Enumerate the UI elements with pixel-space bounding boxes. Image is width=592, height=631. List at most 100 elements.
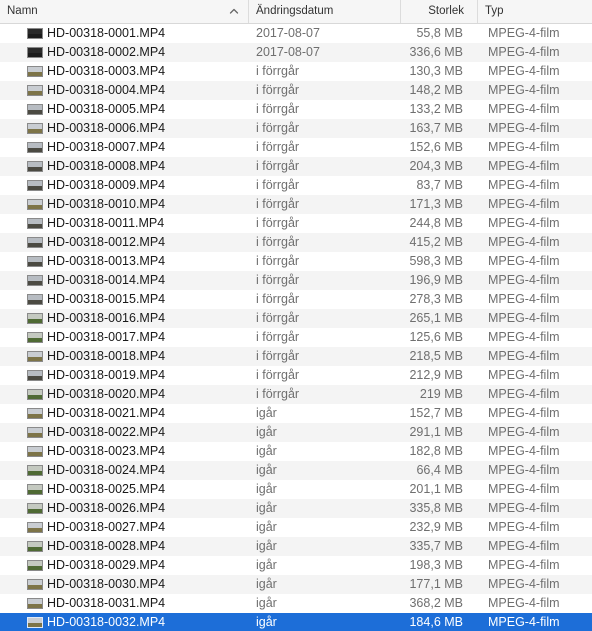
file-name: HD-00318-0031.MP4 bbox=[47, 596, 166, 610]
column-header-size-label: Storlek bbox=[428, 5, 464, 17]
file-size: 265,1 MB bbox=[409, 311, 463, 325]
file-name: HD-00318-0032.MP4 bbox=[47, 615, 166, 629]
video-thumbnail-icon bbox=[27, 85, 43, 96]
video-thumbnail-icon bbox=[27, 370, 43, 381]
file-row[interactable]: HD-00318-0018.MP4 i förrgår 218,5 MB MPEG-4… bbox=[0, 347, 592, 366]
file-name: HD-00318-0025.MP4 bbox=[47, 482, 166, 496]
file-name: HD-00318-0027.MP4 bbox=[47, 520, 166, 534]
file-date: i förrgår bbox=[256, 197, 300, 211]
video-thumbnail-icon bbox=[27, 66, 43, 77]
file-row[interactable]: HD-00318-0022.MP4 igår 291,1 MB MPEG-4-film bbox=[0, 423, 592, 442]
file-size: 66,4 MB bbox=[416, 463, 463, 477]
file-size: 201,1 MB bbox=[409, 482, 463, 496]
file-kind: MPEG-4-film bbox=[488, 615, 560, 629]
file-size: 335,7 MB bbox=[409, 539, 463, 553]
file-row[interactable]: HD-00318-0019.MP4 i förrgår 212,9 MB MPEG-4… bbox=[0, 366, 592, 385]
file-row[interactable]: HD-00318-0030.MP4 igår 177,1 MB MPEG-4-film bbox=[0, 575, 592, 594]
video-thumbnail-icon bbox=[27, 465, 43, 476]
file-date: i förrgår bbox=[256, 387, 300, 401]
chevron-up-icon[interactable] bbox=[229, 6, 239, 16]
video-thumbnail-icon bbox=[27, 161, 43, 172]
file-row[interactable]: HD-00318-0003.MP4 i förrgår 130,3 MB MPEG-4… bbox=[0, 62, 592, 81]
video-thumbnail-icon bbox=[27, 28, 43, 39]
file-kind: MPEG-4-film bbox=[488, 197, 560, 211]
file-row[interactable]: HD-00318-0020.MP4 i förrgår 219 MB MPEG-4-f… bbox=[0, 385, 592, 404]
file-size: 152,6 MB bbox=[409, 140, 463, 154]
column-header-name[interactable]: Namn bbox=[0, 0, 248, 23]
file-row[interactable]: HD-00318-0009.MP4 i förrgår 83,7 MB MPEG-4-… bbox=[0, 176, 592, 195]
file-kind: MPEG-4-film bbox=[488, 444, 560, 458]
file-row[interactable]: HD-00318-0024.MP4 igår 66,4 MB MPEG-4-film bbox=[0, 461, 592, 480]
file-date: igår bbox=[256, 558, 277, 572]
file-row[interactable]: HD-00318-0008.MP4 i förrgår 204,3 MB MPEG-4… bbox=[0, 157, 592, 176]
file-row[interactable]: HD-00318-0013.MP4 i förrgår 598,3 MB MPEG-4… bbox=[0, 252, 592, 271]
file-date: igår bbox=[256, 520, 277, 534]
finder-list-view: Namn Ändringsdatum Storlek Typ HD-00318-… bbox=[0, 0, 592, 631]
file-row[interactable]: HD-00318-0011.MP4 i förrgår 244,8 MB MPEG-4… bbox=[0, 214, 592, 233]
video-thumbnail-icon bbox=[27, 180, 43, 191]
video-thumbnail-icon bbox=[27, 313, 43, 324]
video-thumbnail-icon bbox=[27, 199, 43, 210]
file-row[interactable]: HD-00318-0017.MP4 i förrgår 125,6 MB MPEG-4… bbox=[0, 328, 592, 347]
file-size: 415,2 MB bbox=[409, 235, 463, 249]
file-kind: MPEG-4-film bbox=[488, 26, 560, 40]
file-date: i förrgår bbox=[256, 368, 300, 382]
file-row[interactable]: HD-00318-0012.MP4 i förrgår 415,2 MB MPEG-4… bbox=[0, 233, 592, 252]
file-row[interactable]: HD-00318-0026.MP4 igår 335,8 MB MPEG-4-film bbox=[0, 499, 592, 518]
file-row[interactable]: HD-00318-0015.MP4 i förrgår 278,3 MB MPEG-4… bbox=[0, 290, 592, 309]
file-size: 219 MB bbox=[419, 387, 463, 401]
file-size: 212,9 MB bbox=[409, 368, 463, 382]
file-kind: MPEG-4-film bbox=[488, 311, 560, 325]
file-name: HD-00318-0008.MP4 bbox=[47, 159, 166, 173]
file-row[interactable]: HD-00318-0023.MP4 igår 182,8 MB MPEG-4-film bbox=[0, 442, 592, 461]
file-name: HD-00318-0004.MP4 bbox=[47, 83, 166, 97]
file-date: i förrgår bbox=[256, 273, 300, 287]
file-kind: MPEG-4-film bbox=[488, 121, 560, 135]
file-name: HD-00318-0030.MP4 bbox=[47, 577, 166, 591]
file-name: HD-00318-0020.MP4 bbox=[47, 387, 166, 401]
file-name: HD-00318-0009.MP4 bbox=[47, 178, 166, 192]
file-date: i förrgår bbox=[256, 292, 300, 306]
column-header-size[interactable]: Storlek bbox=[400, 0, 472, 23]
file-size: 232,9 MB bbox=[409, 520, 463, 534]
file-name: HD-00318-0007.MP4 bbox=[47, 140, 166, 154]
file-kind: MPEG-4-film bbox=[488, 482, 560, 496]
file-kind: MPEG-4-film bbox=[488, 577, 560, 591]
file-name: HD-00318-0016.MP4 bbox=[47, 311, 166, 325]
file-kind: MPEG-4-film bbox=[488, 235, 560, 249]
file-row[interactable]: HD-00318-0031.MP4 igår 368,2 MB MPEG-4-film bbox=[0, 594, 592, 613]
file-kind: MPEG-4-film bbox=[488, 64, 560, 78]
file-date: i förrgår bbox=[256, 140, 300, 154]
file-kind: MPEG-4-film bbox=[488, 159, 560, 173]
file-row[interactable]: HD-00318-0004.MP4 i förrgår 148,2 MB MPEG-4… bbox=[0, 81, 592, 100]
file-row[interactable]: HD-00318-0021.MP4 igår 152,7 MB MPEG-4-film bbox=[0, 404, 592, 423]
file-date: i förrgår bbox=[256, 83, 300, 97]
file-row[interactable]: HD-00318-0029.MP4 igår 198,3 MB MPEG-4-film bbox=[0, 556, 592, 575]
file-row[interactable]: HD-00318-0002.MP4 2017-08-07 336,6 MB MPEG-… bbox=[0, 43, 592, 62]
video-thumbnail-icon bbox=[27, 389, 43, 400]
file-size: 130,3 MB bbox=[409, 64, 463, 78]
file-row[interactable]: HD-00318-0014.MP4 i förrgår 196,9 MB MPEG-4… bbox=[0, 271, 592, 290]
file-row[interactable]: HD-00318-0010.MP4 i förrgår 171,3 MB MPEG-4… bbox=[0, 195, 592, 214]
file-row[interactable]: HD-00318-0025.MP4 igår 201,1 MB MPEG-4-film bbox=[0, 480, 592, 499]
file-date: igår bbox=[256, 615, 277, 629]
file-date: i förrgår bbox=[256, 102, 300, 116]
file-row[interactable]: HD-00318-0006.MP4 i förrgår 163,7 MB MPEG-4… bbox=[0, 119, 592, 138]
column-header-date-label: Ändringsdatum bbox=[256, 5, 334, 17]
file-name: HD-00318-0012.MP4 bbox=[47, 235, 166, 249]
file-size: 335,8 MB bbox=[409, 501, 463, 515]
file-row[interactable]: HD-00318-0032.MP4 igår 184,6 MB MPEG-4-film bbox=[0, 613, 592, 631]
file-kind: MPEG-4-film bbox=[488, 140, 560, 154]
file-name: HD-00318-0021.MP4 bbox=[47, 406, 166, 420]
file-row[interactable]: HD-00318-0001.MP4 2017-08-07 55,8 MB MPEG-4… bbox=[0, 24, 592, 43]
file-row[interactable]: HD-00318-0005.MP4 i förrgår 133,2 MB MPEG-4… bbox=[0, 100, 592, 119]
file-row[interactable]: HD-00318-0007.MP4 i förrgår 152,6 MB MPEG-4… bbox=[0, 138, 592, 157]
file-kind: MPEG-4-film bbox=[488, 387, 560, 401]
column-header-kind[interactable]: Typ bbox=[478, 0, 592, 23]
file-row[interactable]: HD-00318-0028.MP4 igår 335,7 MB MPEG-4-film bbox=[0, 537, 592, 556]
file-row[interactable]: HD-00318-0027.MP4 igår 232,9 MB MPEG-4-film bbox=[0, 518, 592, 537]
video-thumbnail-icon bbox=[27, 503, 43, 514]
file-row[interactable]: HD-00318-0016.MP4 i förrgår 265,1 MB MPEG-4… bbox=[0, 309, 592, 328]
video-thumbnail-icon bbox=[27, 123, 43, 134]
file-date: i förrgår bbox=[256, 121, 300, 135]
